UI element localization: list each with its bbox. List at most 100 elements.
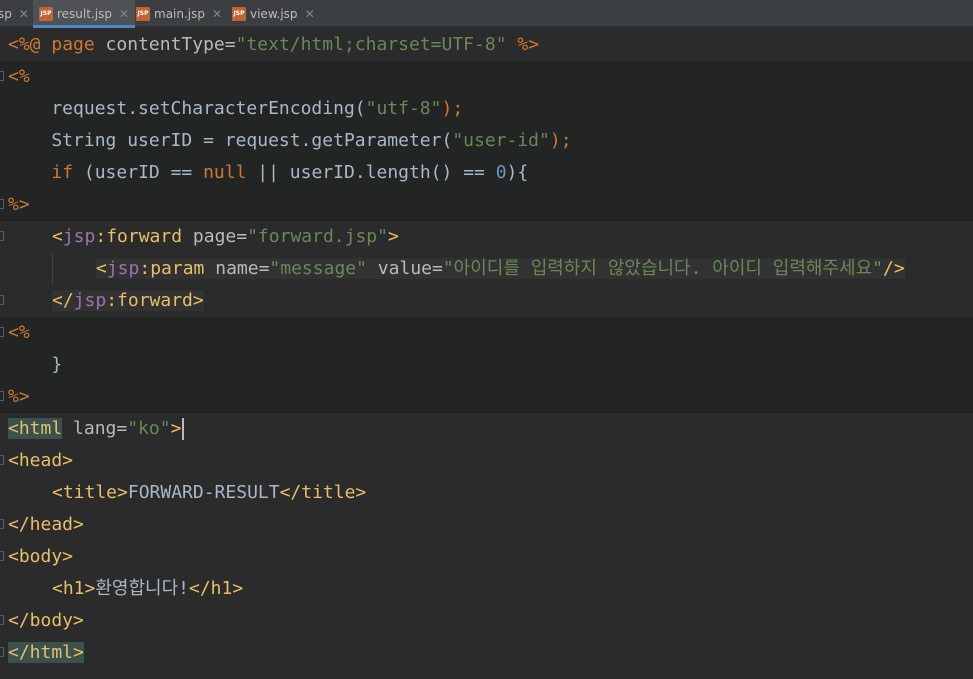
tab-view-jsp[interactable]: JSP view.jsp ✕ [232, 0, 315, 27]
jsp-directive-close: %> [506, 34, 540, 55]
code-line-10: <% [0, 317, 973, 349]
tag-name: :param [139, 258, 205, 279]
string-literal: "utf-8" [365, 98, 442, 119]
text-caret [182, 418, 185, 440]
indent-guide [52, 253, 96, 285]
code-line-15: <title>FORWARD-RESULT</title> [0, 477, 973, 509]
fold-marker-icon[interactable] [0, 199, 4, 209]
code-text: String userID = request.getParameter( [8, 130, 453, 151]
close-icon[interactable]: ✕ [119, 7, 129, 21]
scriptlet-close: %> [8, 194, 30, 215]
code-text: ){ [506, 162, 529, 183]
tag-bracket: </ [52, 290, 74, 311]
code-line-11: } [0, 349, 973, 381]
tag-name: </head> [8, 514, 84, 535]
fold-marker-icon[interactable] [0, 519, 4, 529]
attribute-name: name= [204, 258, 270, 279]
fold-marker-icon[interactable] [0, 551, 4, 561]
code-line-14: <head> [0, 445, 973, 477]
tag-bracket: > [387, 226, 399, 247]
tag-bracket: < [52, 226, 63, 247]
tag-bracket: /> [883, 258, 905, 279]
tag-bracket: < [96, 258, 107, 279]
close-icon[interactable]: ✕ [19, 7, 29, 21]
attribute-value: "text/html;charset=UTF-8" [235, 34, 507, 55]
attribute-value: "아이디를 입력하지 않았습니다. 아이디 입력해주세요" [442, 258, 884, 279]
fold-marker-icon[interactable] [0, 295, 4, 305]
scriptlet-open: <% [8, 66, 30, 87]
tag-namespace: jsp [62, 226, 96, 247]
attribute-value: "message" [269, 258, 367, 279]
tag-name: :forward [95, 226, 183, 247]
close-icon[interactable]: ✕ [305, 7, 315, 21]
code-line-20: </html> [0, 637, 973, 669]
tab-main-jsp[interactable]: JSP main.jsp ✕ [136, 0, 222, 27]
attribute-name: value= [366, 258, 443, 279]
code-line-6: %> [0, 189, 973, 221]
code-punct: ); [549, 130, 572, 151]
fold-marker-icon[interactable] [0, 391, 4, 401]
code-line-8: <jsp:param name="message" value="아이디를 입력… [52, 253, 973, 285]
code-line-3: request.setCharacterEncoding("utf-8"); [0, 93, 973, 125]
attribute-name: contentType= [94, 34, 236, 55]
tag-name: <title> [52, 482, 128, 503]
code-text: (userID == [73, 162, 204, 183]
code-line-9: </jsp:forward> [0, 285, 973, 317]
attribute-name: page= [182, 226, 248, 247]
fold-marker-icon[interactable] [0, 647, 4, 657]
keyword: if [51, 162, 74, 183]
close-icon[interactable]: ✕ [212, 7, 222, 21]
fold-marker-icon[interactable] [0, 71, 4, 81]
tab-label: sp [0, 6, 12, 21]
tag-name: </html> [8, 642, 84, 663]
jsp-file-icon: JSP [232, 6, 246, 21]
tab-result-jsp[interactable]: JSP result.jsp ✕ [33, 0, 136, 28]
tag-name: </body> [8, 610, 84, 631]
code-line-16: </head> [0, 509, 973, 541]
fold-marker-icon[interactable] [0, 231, 4, 241]
jsp-file-icon: JSP [136, 6, 150, 21]
tab-label: result.jsp [57, 6, 112, 21]
attribute-name: lang= [62, 418, 128, 439]
tag-name: <head> [8, 450, 74, 471]
code-line-2: <% [0, 61, 973, 93]
scriptlet-open: <% [8, 322, 30, 343]
tab-label: main.jsp [154, 6, 205, 21]
tag-name: :forward [106, 290, 193, 311]
fold-marker-icon[interactable] [0, 327, 4, 337]
keyword: null [203, 162, 247, 183]
scriptlet-close: %> [8, 386, 30, 407]
code-line-1: <%@ page contentType="text/html;charset=… [8, 29, 973, 61]
code-line-18: <h1>환영합니다!</h1> [0, 573, 973, 605]
tag-namespace: jsp [106, 258, 140, 279]
code-text: } [8, 354, 63, 375]
code-line-19: </body> [0, 605, 973, 637]
title-text: FORWARD-RESULT [127, 482, 280, 503]
fold-marker-icon[interactable] [0, 615, 4, 625]
tag-name: <html [8, 418, 63, 439]
tag-bracket: > [170, 418, 182, 439]
editor-tab-bar: sp ✕ JSP result.jsp ✕ JSP main.jsp ✕ JSP… [0, 0, 973, 28]
tag-name: <h1> [52, 578, 96, 599]
string-literal: "user-id" [452, 130, 550, 151]
code-line-13: <html lang="ko"> [0, 413, 973, 445]
tag-bracket: > [192, 290, 204, 311]
code-line-7: <jsp:forward page="forward.jsp"> [0, 221, 973, 253]
heading-text: 환영합니다! [95, 578, 189, 599]
tag-name: </title> [279, 482, 367, 503]
tag-namespace: jsp [73, 290, 107, 311]
code-editor[interactable]: <%@ page contentType="text/html;charset=… [0, 27, 973, 679]
directive-keyword: page [51, 34, 95, 55]
code-line-4: String userID = request.getParameter("us… [0, 125, 973, 157]
tab-label: view.jsp [250, 6, 298, 21]
code-punct: ); [441, 98, 464, 119]
tag-name: </h1> [189, 578, 244, 599]
attribute-value: "ko" [127, 418, 171, 439]
attribute-value: "forward.jsp" [247, 226, 388, 247]
tab-partial-jsp[interactable]: sp ✕ [0, 0, 29, 27]
code-line-5: if (userID == null || userID.length() ==… [0, 157, 973, 189]
fold-marker-icon[interactable] [0, 455, 4, 465]
tag-name: <body> [8, 546, 74, 567]
jsp-directive-open: <%@ [8, 34, 52, 55]
